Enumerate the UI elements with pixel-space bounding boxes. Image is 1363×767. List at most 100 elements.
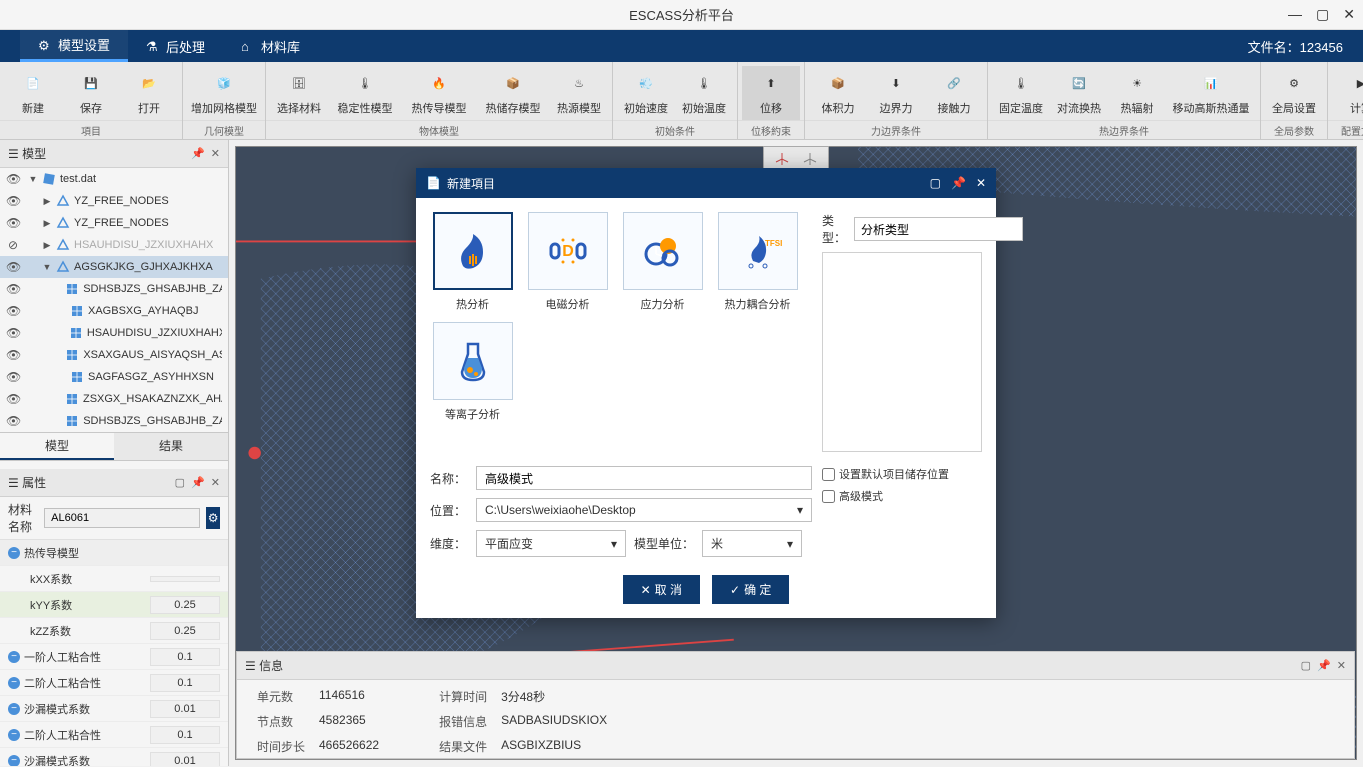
ribbon-热储存模型[interactable]: 📦热储存模型 bbox=[476, 66, 550, 120]
ribbon-热源模型[interactable]: ♨热源模型 bbox=[550, 66, 608, 120]
material-input[interactable] bbox=[44, 508, 200, 528]
minus-icon[interactable]: − bbox=[8, 703, 20, 715]
visibility-icon[interactable]: 👁 bbox=[6, 282, 20, 296]
expand-icon[interactable]: ▶ bbox=[42, 218, 52, 229]
ribbon-计算[interactable]: ▶计算 bbox=[1332, 66, 1363, 120]
menu-tab-materials[interactable]: ⌂材料库 bbox=[223, 30, 318, 62]
minus-icon[interactable]: − bbox=[8, 677, 20, 689]
tree-row[interactable]: 👁SAGFASGZ_ASYHHXSN bbox=[0, 366, 228, 388]
tree-row[interactable]: 👁SDHSBJZS_GHSABJHB_ZAHU bbox=[0, 410, 228, 432]
tree-row[interactable]: 👁ZSXGX_HSAKAZNZXK_AHASX bbox=[0, 388, 228, 410]
expand-icon[interactable]: ▶ bbox=[42, 240, 52, 251]
close-button[interactable]: ✕ bbox=[1343, 6, 1355, 23]
ribbon-移动高斯热通量[interactable]: 📊移动高斯热通量 bbox=[1166, 66, 1256, 120]
ribbon-稳定性模型[interactable]: 🌡稳定性模型 bbox=[328, 66, 402, 120]
ribbon-位移[interactable]: ⬆位移 bbox=[742, 66, 800, 120]
ribbon-固定温度[interactable]: 🌡固定温度 bbox=[992, 66, 1050, 120]
pin-icon[interactable]: 📌 bbox=[1317, 659, 1331, 672]
modal-maximize-icon[interactable]: ▢ bbox=[930, 176, 941, 190]
visibility-icon[interactable]: 👁 bbox=[6, 348, 20, 362]
prop-row[interactable]: −沙漏模式系数0.01 bbox=[0, 696, 228, 722]
visibility-icon[interactable]: ⊘ bbox=[6, 238, 20, 252]
tree-row[interactable]: ⊘▶HSAUHDISU_JZXIUXHAHX bbox=[0, 234, 228, 256]
visibility-icon[interactable]: 👁 bbox=[6, 392, 20, 406]
type-input[interactable] bbox=[854, 217, 1023, 241]
popout-icon[interactable]: ▢ bbox=[1301, 659, 1311, 672]
close-panel-icon[interactable]: ✕ bbox=[1337, 659, 1346, 672]
ribbon-初始温度[interactable]: 🌡初始温度 bbox=[675, 66, 733, 120]
ribbon-选择材料[interactable]: 🗄选择材料 bbox=[270, 66, 328, 120]
visibility-icon[interactable]: 👁 bbox=[6, 414, 20, 428]
material-settings-button[interactable]: ⚙ bbox=[206, 507, 220, 529]
analysis-card-等离子分析[interactable]: 等离子分析 bbox=[430, 322, 515, 422]
prop-value[interactable]: 0.1 bbox=[150, 674, 220, 692]
prop-value[interactable] bbox=[150, 576, 220, 582]
expand-icon[interactable]: ▼ bbox=[42, 262, 52, 272]
tree-tab-results[interactable]: 结果 bbox=[114, 433, 228, 460]
dimension-select[interactable]: 平面应变▾ bbox=[476, 530, 626, 557]
close-panel-icon[interactable]: ✕ bbox=[211, 147, 220, 160]
visibility-icon[interactable]: 👁 bbox=[6, 304, 20, 318]
unit-select[interactable]: 米▾ bbox=[702, 530, 802, 557]
ribbon-对流换热[interactable]: 🔄对流换热 bbox=[1050, 66, 1108, 120]
axis-icon[interactable] bbox=[772, 149, 792, 169]
menu-tab-model[interactable]: ⚙模型设置 bbox=[20, 30, 128, 62]
ribbon-打开[interactable]: 📂打开 bbox=[120, 66, 178, 120]
default-location-checkbox[interactable]: 设置默认项目储存位置 bbox=[822, 466, 982, 482]
tree-row[interactable]: 👁▼AGSGKJKG_GJHXAJKHXA bbox=[0, 256, 228, 278]
minimize-button[interactable]: — bbox=[1288, 6, 1302, 23]
modal-close-icon[interactable]: ✕ bbox=[976, 176, 986, 190]
prop-row[interactable]: kXX系数 bbox=[0, 566, 228, 592]
collapse-icon[interactable]: − bbox=[8, 547, 20, 559]
visibility-icon[interactable]: 👁 bbox=[6, 216, 20, 230]
axis-icon[interactable] bbox=[800, 149, 820, 169]
ribbon-接触力[interactable]: 🔗接触力 bbox=[925, 66, 983, 120]
tree-row[interactable]: 👁SDHSBJZS_GHSABJHB_ZAHU bbox=[0, 278, 228, 300]
prop-row[interactable]: kZZ系数0.25 bbox=[0, 618, 228, 644]
maximize-button[interactable]: ▢ bbox=[1316, 6, 1329, 23]
prop-value[interactable]: 0.01 bbox=[150, 700, 220, 718]
pin-icon[interactable]: 📌 bbox=[191, 147, 205, 160]
visibility-icon[interactable]: 👁 bbox=[6, 194, 20, 208]
prop-value[interactable]: 0.01 bbox=[150, 752, 220, 767]
prop-value[interactable]: 0.25 bbox=[150, 596, 220, 614]
location-select[interactable]: C:\Users\weixiaohe\Desktop▾ bbox=[476, 498, 812, 522]
ribbon-全局设置[interactable]: ⚙全局设置 bbox=[1265, 66, 1323, 120]
pin-icon[interactable]: 📌 bbox=[191, 476, 205, 489]
tree-tab-model[interactable]: 模型 bbox=[0, 433, 114, 460]
tree-row[interactable]: 👁▼test.dat bbox=[0, 168, 228, 190]
ribbon-保存[interactable]: 💾保存 bbox=[62, 66, 120, 120]
ribbon-增加网格模型[interactable]: 🧊增加网格模型 bbox=[187, 66, 261, 120]
prop-value[interactable]: 0.25 bbox=[150, 622, 220, 640]
ribbon-热传导模型[interactable]: 🔥热传导模型 bbox=[402, 66, 476, 120]
prop-row[interactable]: −二阶人工粘合性0.1 bbox=[0, 722, 228, 748]
ok-button[interactable]: ✓ 确 定 bbox=[712, 575, 789, 604]
analysis-card-应力分析[interactable]: 应力分析 bbox=[620, 212, 705, 312]
visibility-icon[interactable]: 👁 bbox=[6, 172, 20, 186]
visibility-icon[interactable]: 👁 bbox=[6, 260, 20, 274]
cancel-button[interactable]: ✕ 取 消 bbox=[623, 575, 700, 604]
modal-pin-icon[interactable]: 📌 bbox=[951, 176, 966, 190]
prop-row[interactable]: −一阶人工粘合性0.1 bbox=[0, 644, 228, 670]
minus-icon[interactable]: − bbox=[8, 755, 20, 767]
name-input[interactable] bbox=[476, 466, 812, 490]
tree-row[interactable]: 👁XAGBSXG_AYHAQBJ bbox=[0, 300, 228, 322]
tree-row[interactable]: 👁▶YZ_FREE_NODES bbox=[0, 190, 228, 212]
popout-icon[interactable]: ▢ bbox=[175, 476, 185, 489]
ribbon-体积力[interactable]: 📦体积力 bbox=[809, 66, 867, 120]
prop-value[interactable]: 0.1 bbox=[150, 648, 220, 666]
tree-row[interactable]: 👁XSAXGAUS_AISYAQSH_ASHX bbox=[0, 344, 228, 366]
analysis-card-热力耦合分析[interactable]: TFSI热力耦合分析 bbox=[715, 212, 800, 312]
close-panel-icon[interactable]: ✕ bbox=[211, 476, 220, 489]
visibility-icon[interactable]: 👁 bbox=[6, 326, 20, 340]
advanced-mode-checkbox[interactable]: 高级模式 bbox=[822, 488, 982, 504]
expand-icon[interactable]: ▶ bbox=[42, 196, 52, 207]
ribbon-边界力[interactable]: ⬇边界力 bbox=[867, 66, 925, 120]
minus-icon[interactable]: − bbox=[8, 729, 20, 741]
menu-tab-post[interactable]: ⚗后处理 bbox=[128, 30, 223, 62]
prop-row[interactable]: −沙漏模式系数0.01 bbox=[0, 748, 228, 766]
ribbon-热辐射[interactable]: ☀热辐射 bbox=[1108, 66, 1166, 120]
ribbon-初始速度[interactable]: 💨初始速度 bbox=[617, 66, 675, 120]
analysis-card-电磁分析[interactable]: D电磁分析 bbox=[525, 212, 610, 312]
prop-row[interactable]: kYY系数0.25 bbox=[0, 592, 228, 618]
